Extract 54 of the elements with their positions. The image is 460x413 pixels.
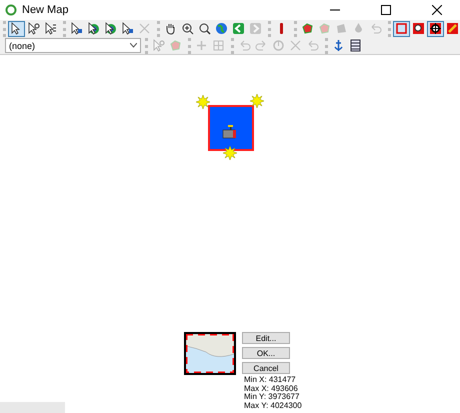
zoom-plus-icon	[181, 22, 194, 35]
light-icon	[250, 94, 264, 108]
toolbar-button[interactable]	[410, 20, 427, 36]
blob-icon	[169, 39, 182, 52]
extent-value: Max X: 493606	[244, 384, 299, 393]
toolbar-button[interactable]	[8, 20, 25, 36]
machine-icon	[222, 125, 238, 139]
forward-icon	[249, 22, 262, 35]
back-icon	[232, 22, 245, 35]
hand-icon	[164, 22, 177, 35]
pencil-icon	[446, 22, 459, 35]
extent-value: Min X: 431477	[244, 376, 297, 385]
arrow-plus-icon	[27, 22, 40, 35]
blob-icon	[301, 22, 314, 35]
undo-icon	[369, 22, 382, 35]
blob-icon	[318, 22, 331, 35]
plus-icon	[195, 39, 208, 52]
extent-value: Min Y: 3973677	[244, 393, 300, 402]
light-icon	[223, 146, 237, 160]
shape-icon	[335, 22, 348, 35]
maximize-icon	[381, 5, 391, 15]
square-icon	[395, 22, 408, 35]
drop-icon	[352, 22, 365, 35]
arrow-node-icon	[70, 22, 83, 35]
globe-icon	[215, 22, 228, 35]
arrow-node-icon	[121, 22, 134, 35]
rotate-icon	[272, 39, 285, 52]
close-icon	[432, 5, 442, 15]
dialog-button[interactable]: OK...	[242, 347, 290, 359]
arrow-plus-icon	[152, 39, 165, 52]
dialog-button[interactable]: Edit...	[242, 332, 290, 344]
redo-icon	[255, 39, 268, 52]
crosshair-icon	[429, 22, 442, 35]
layer-dropdown[interactable]: (none)	[5, 38, 141, 53]
arrow-globe-icon	[87, 22, 100, 35]
toolbar-button[interactable]	[427, 20, 444, 36]
undo-icon	[306, 39, 319, 52]
undo-icon	[238, 39, 251, 52]
window-title: New Map	[22, 4, 70, 16]
zoom-box-icon	[412, 22, 425, 35]
arrow-globe-icon	[104, 22, 117, 35]
x-icon	[138, 22, 151, 35]
x-icon	[289, 39, 302, 52]
arrow-icon	[10, 22, 23, 35]
chevron-down-icon	[130, 43, 137, 48]
zoom-icon	[198, 22, 211, 35]
arrow-list-icon	[44, 22, 57, 35]
table-icon	[349, 39, 362, 52]
light-icon	[196, 95, 210, 109]
dialog-button[interactable]: Cancel	[242, 362, 290, 374]
extent-value: Max Y: 4024300	[244, 402, 302, 410]
app-logo-icon	[5, 4, 17, 16]
grid-icon	[212, 39, 225, 52]
anchor-icon	[332, 39, 345, 52]
